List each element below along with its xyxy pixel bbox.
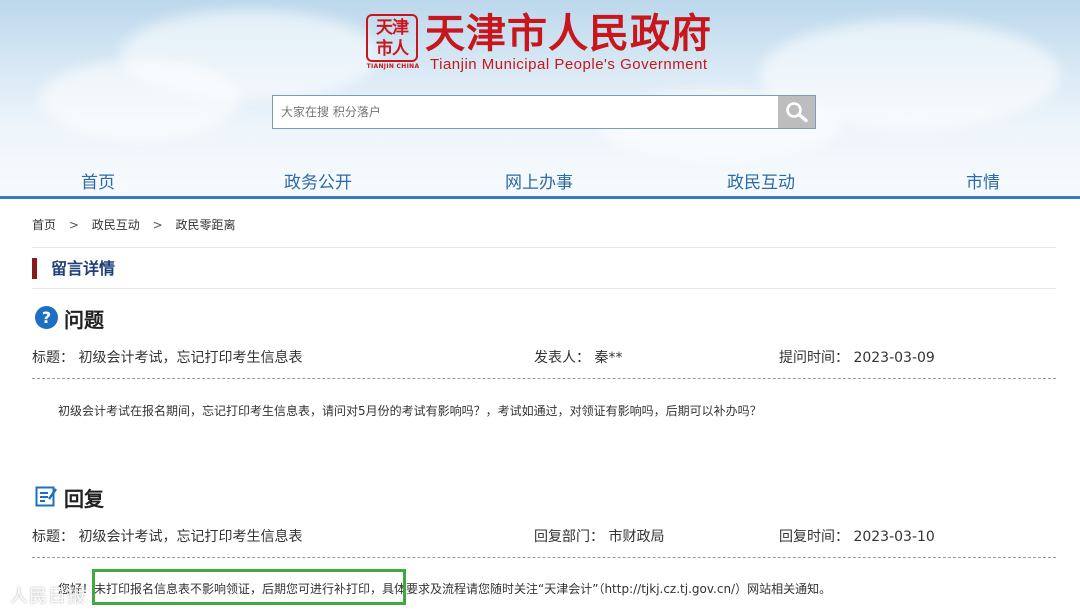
- nav-item-interaction[interactable]: 政民互动: [727, 168, 795, 193]
- breadcrumb: 首页 > 政民互动 > 政民零距离: [32, 216, 235, 233]
- question-content: 初级会计考试在报名期间，忘记打印考生信息表，请问对5月份的考试有影响吗？，考试如…: [58, 404, 762, 418]
- breadcrumb-interaction[interactable]: 政民互动: [92, 216, 140, 233]
- breadcrumb-home[interactable]: 首页: [32, 216, 56, 233]
- reply-department: 回复部门： 市财政局: [534, 526, 664, 546]
- dashed-divider: [32, 557, 1056, 558]
- reply-time-value: 2023-03-10: [853, 529, 935, 545]
- site-subtitle: Tianjin Municipal People's Government: [430, 56, 708, 73]
- site-title[interactable]: 天津市人民政府: [425, 10, 712, 58]
- divider: [32, 288, 1056, 289]
- question-subject-value: 初级会计考试，忘记打印考生信息表: [78, 350, 303, 366]
- main-nav: 首页 政务公开 网上办事 政民互动 市情: [0, 160, 1080, 198]
- reply-time: 回复时间： 2023-03-10: [779, 526, 935, 546]
- question-author: 发表人： 秦**: [534, 347, 622, 367]
- nav-item-city-info[interactable]: 市情: [966, 168, 1000, 193]
- nav-item-gov-affairs[interactable]: 政务公开: [284, 168, 352, 193]
- divider: [32, 247, 1056, 248]
- question-author-label: 发表人：: [534, 350, 590, 366]
- reply-subject: 标题： 初级会计考试，忘记打印考生信息表: [32, 526, 302, 546]
- section-title: 留言详情: [51, 259, 116, 278]
- breadcrumb-current[interactable]: 政民零距离: [175, 216, 235, 233]
- question-author-value: 秦**: [594, 350, 623, 366]
- reply-icon: [35, 486, 57, 507]
- logo-caption: TIANJIN CHINA: [366, 63, 420, 70]
- question-heading: 问题: [64, 308, 104, 332]
- highlight-annotation: [92, 569, 406, 605]
- site-header: 天津 市人 TIANJIN CHINA 天津市人民政府 Tianjin Munic…: [0, 0, 1080, 198]
- question-time-value: 2023-03-09: [853, 350, 935, 366]
- reply-subject-value: 初级会计考试，忘记打印考生信息表: [78, 529, 303, 545]
- question-time-label: 提问时间：: [779, 350, 849, 366]
- question-icon: ?: [35, 306, 58, 329]
- question-subject: 标题： 初级会计考试，忘记打印考生信息表: [32, 347, 302, 367]
- tianjin-logo[interactable]: 天津 市人: [366, 14, 418, 62]
- watermark: 人民日报: [10, 586, 86, 607]
- reply-time-label: 回复时间：: [779, 529, 849, 545]
- breadcrumb-separator: >: [152, 218, 163, 232]
- nav-item-home[interactable]: 首页: [81, 168, 115, 193]
- search-button[interactable]: [778, 96, 815, 128]
- section-marker: [32, 258, 37, 279]
- search-icon: [785, 102, 808, 123]
- nav-underline: [0, 196, 1080, 199]
- reply-dept-value: 市财政局: [608, 529, 665, 545]
- reply-subject-label: 标题：: [32, 529, 74, 545]
- reply-heading: 回复: [64, 487, 104, 511]
- breadcrumb-separator: >: [68, 218, 79, 232]
- cloud-decoration: [40, 60, 240, 140]
- nav-item-online-services[interactable]: 网上办事: [505, 168, 573, 193]
- question-subject-label: 标题：: [32, 350, 74, 366]
- question-time: 提问时间： 2023-03-09: [779, 347, 935, 367]
- dashed-divider: [32, 378, 1056, 379]
- reply-dept-label: 回复部门：: [534, 529, 604, 545]
- search-bar: [272, 95, 816, 129]
- search-input[interactable]: [273, 96, 779, 128]
